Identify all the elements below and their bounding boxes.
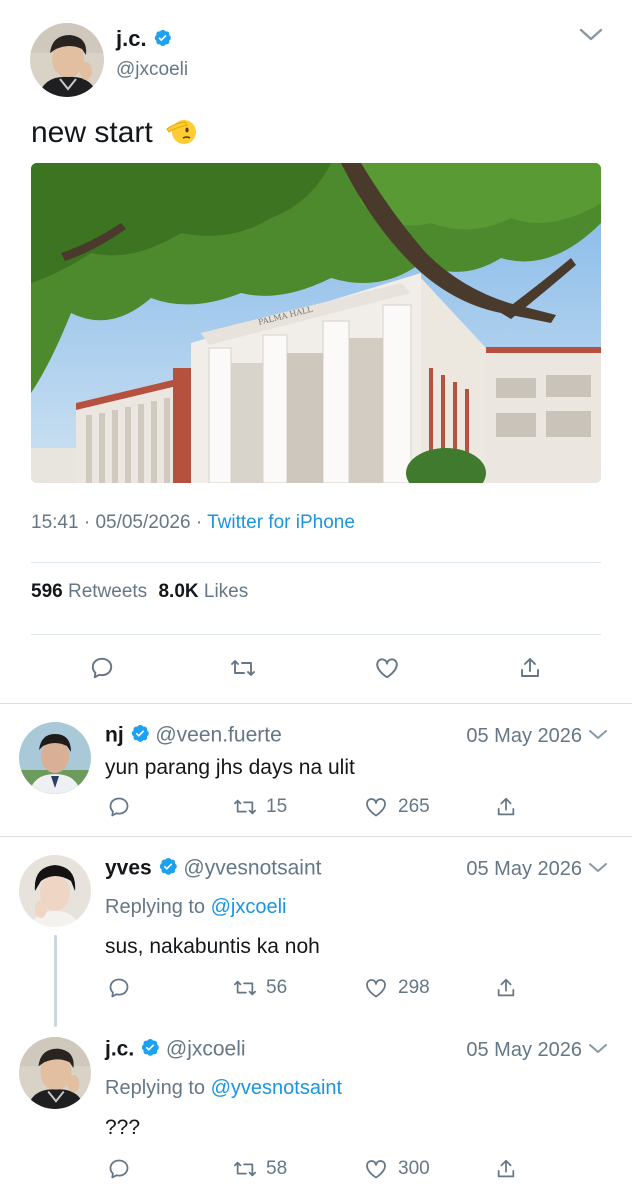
retweets-count[interactable]: 596 xyxy=(31,581,63,602)
like-button[interactable]: 300 xyxy=(363,1157,430,1181)
like-button[interactable] xyxy=(373,655,401,681)
reply-button[interactable] xyxy=(89,655,115,681)
like-count: 300 xyxy=(398,1158,430,1179)
main-tweet: j.c. @jxcoeli new start PALMA HALL 15:41… xyxy=(0,0,632,703)
reply-author-handle[interactable]: @veen.fuerte xyxy=(155,724,281,747)
tweet-source-link[interactable]: Twitter for iPhone xyxy=(207,512,355,533)
divider xyxy=(31,634,601,635)
tweet-meta: 15:41 · 05/05/2026 · Twitter for iPhone xyxy=(31,512,355,534)
verified-badge-icon xyxy=(158,856,178,882)
tweet-stats: 596 Retweets 8.0K Likes xyxy=(31,581,248,603)
replying-to: Replying to @jxcoeli xyxy=(105,896,287,919)
chevron-down-icon[interactable] xyxy=(578,26,604,49)
replying-to-handle[interactable]: @yvesnotsaint xyxy=(211,1077,342,1099)
share-icon xyxy=(497,797,515,816)
replying-to-label: Replying to xyxy=(105,1077,206,1099)
reply-icon xyxy=(109,978,129,998)
likes-label[interactable]: Likes xyxy=(204,581,248,602)
tweet-text: new start xyxy=(31,113,199,155)
author-avatar[interactable] xyxy=(30,23,104,97)
reply-date: 05 May 2026 xyxy=(466,858,582,880)
like-count: 298 xyxy=(398,977,430,998)
like-icon xyxy=(376,658,398,679)
reply-author-name[interactable]: nj xyxy=(105,724,124,747)
reply-tweet[interactable]: j.c. @jxcoeli 05 May 2026 Replying to @y… xyxy=(0,1018,632,1200)
reply-button[interactable] xyxy=(107,795,131,819)
reply-avatar[interactable] xyxy=(19,722,91,794)
share-icon xyxy=(497,978,515,997)
retweet-count: 56 xyxy=(266,977,288,998)
retweets-label[interactable]: Retweets xyxy=(68,581,147,602)
chevron-down-icon[interactable] xyxy=(588,728,608,747)
like-icon xyxy=(366,798,386,817)
retweet-icon xyxy=(234,980,256,996)
tweet-text-content: new start xyxy=(31,115,153,149)
like-button[interactable]: 298 xyxy=(363,976,430,1000)
saluting-face-emoji xyxy=(165,113,199,155)
reply-text: sus, nakabuntis ka noh xyxy=(105,935,320,958)
reply-date: 05 May 2026 xyxy=(466,725,582,747)
retweet-button[interactable]: 58 xyxy=(232,1158,287,1180)
reply-author-handle[interactable]: @yvesnotsaint xyxy=(183,857,321,880)
retweet-count: 58 xyxy=(266,1158,288,1179)
like-count: 265 xyxy=(398,796,430,817)
meta-separator: · xyxy=(195,512,208,533)
retweet-button[interactable]: 56 xyxy=(232,977,287,999)
meta-separator: · xyxy=(83,512,96,533)
share-button[interactable] xyxy=(495,1157,517,1181)
verified-badge-icon xyxy=(153,27,172,53)
tweet-time: 15:41 xyxy=(31,512,79,533)
chevron-down-icon[interactable] xyxy=(588,861,608,880)
like-icon xyxy=(366,1160,386,1179)
share-icon xyxy=(497,1159,515,1178)
reply-avatar[interactable] xyxy=(19,1037,91,1109)
retweet-icon xyxy=(234,1161,256,1177)
retweet-button[interactable]: 15 xyxy=(232,796,287,818)
like-icon xyxy=(366,979,386,998)
author-handle[interactable]: @jxcoeli xyxy=(116,59,188,81)
retweet-button[interactable] xyxy=(229,655,257,681)
share-button[interactable] xyxy=(518,655,542,681)
retweet-icon xyxy=(234,799,256,815)
reply-button[interactable] xyxy=(107,976,131,1000)
verified-badge-icon xyxy=(140,1037,160,1063)
reply-author-name[interactable]: j.c. xyxy=(105,1038,134,1061)
reply-icon xyxy=(91,657,113,679)
share-button[interactable] xyxy=(495,795,517,819)
reply-author-name[interactable]: yves xyxy=(105,857,152,880)
chevron-down-icon[interactable] xyxy=(588,1042,608,1061)
like-button[interactable]: 265 xyxy=(363,795,430,819)
likes-count[interactable]: 8.0K xyxy=(158,581,198,602)
verified-badge-icon xyxy=(130,723,150,749)
replying-to-label: Replying to xyxy=(105,896,206,918)
retweet-icon xyxy=(231,660,255,676)
reply-author-handle[interactable]: @jxcoeli xyxy=(166,1038,246,1061)
share-icon xyxy=(521,658,539,677)
divider xyxy=(31,562,601,563)
replying-to-handle[interactable]: @jxcoeli xyxy=(211,896,287,918)
reply-text: ??? xyxy=(105,1116,141,1139)
replying-to: Replying to @yvesnotsaint xyxy=(105,1077,342,1100)
reply-icon xyxy=(109,1159,129,1179)
reply-tweet[interactable]: nj @veen.fuerte 05 May 2026 yun parang j… xyxy=(0,704,632,836)
retweet-count: 15 xyxy=(266,796,288,817)
author-name[interactable]: j.c. xyxy=(116,26,147,51)
tweet-photo[interactable]: PALMA HALL xyxy=(31,163,601,483)
reply-avatar[interactable] xyxy=(19,855,91,927)
reply-icon xyxy=(109,797,129,817)
reply-date: 05 May 2026 xyxy=(466,1039,582,1061)
tweet-date: 05/05/2026 xyxy=(95,512,191,533)
reply-text: yun parang jhs days na ulit xyxy=(105,756,355,779)
reply-tweet[interactable]: yves @yvesnotsaint 05 May 2026 Replying … xyxy=(0,837,632,1027)
share-button[interactable] xyxy=(495,976,517,1000)
reply-button[interactable] xyxy=(107,1157,131,1181)
